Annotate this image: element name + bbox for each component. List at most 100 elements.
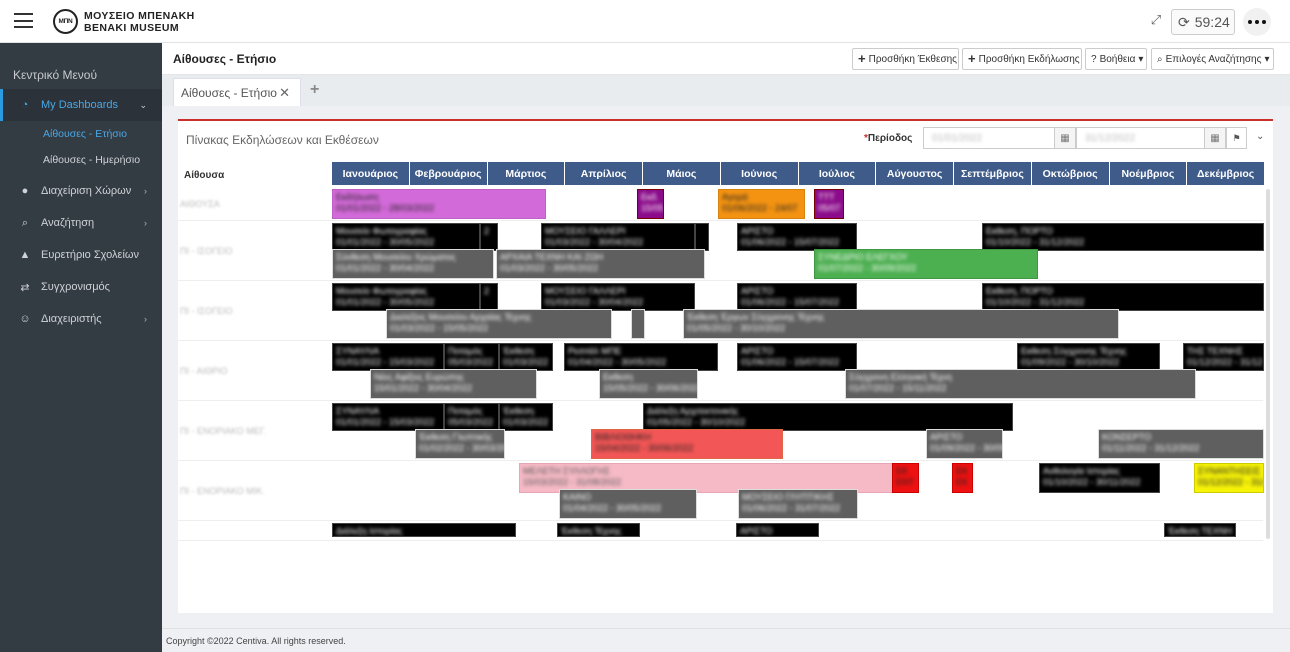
search-options-button[interactable]: ⌕ Επιλογές Αναζήτησης ▾ — [1151, 48, 1274, 70]
scrollbar[interactable] — [1266, 189, 1270, 539]
booking-bar[interactable]: Εκθεση 15/05/2022 - 30/06/2022 — [599, 369, 698, 399]
chevron-down-icon[interactable]: ⌄ — [1256, 131, 1264, 142]
month-header: Μάιος — [643, 162, 721, 185]
booking-bar[interactable]: ΒΙΒΛΙΟΘΗΚΗ 15/04/2022 - 30/06/2022 — [591, 429, 783, 459]
add-tab-icon[interactable]: + — [310, 81, 319, 99]
booking-bar[interactable]: Αγορά 01/06/2022 - 24/07 — [718, 189, 805, 219]
booking-title: Μουσείο Φωτογραφίας — [336, 226, 428, 236]
month-header: Δεκέμβριος — [1187, 162, 1264, 185]
booking-dates: 01/01/2022 - 30/05/2022 — [336, 297, 435, 307]
add-event-button[interactable]: + Προσθήκη Εκδήλωσης — [962, 48, 1082, 70]
booking-title: ΑΡΧΑΙΑ ΤΕΧΝΗ ΚΑΙ ΖΩΗ — [500, 252, 604, 262]
calendar-icon[interactable]: ▦ — [1054, 127, 1076, 149]
booking-bar[interactable]: ΤΤΤ 05/07 — [814, 189, 844, 219]
booking-bar[interactable]: Ρεσιτάλ ΜΠΕ 01/04/2022 - 30/05/2022 — [564, 343, 718, 371]
dashboard-icon: ◔ — [21, 99, 29, 111]
plus-icon: + — [968, 51, 976, 66]
booking-bar[interactable] — [695, 223, 709, 251]
help-button[interactable]: ? Βοήθεια ▾ — [1085, 48, 1147, 70]
refresh-icon: ⟳ — [1178, 13, 1190, 30]
month-header: Ιούλιος — [798, 162, 877, 185]
question-icon: ? — [1091, 53, 1097, 65]
booking-bar[interactable]: Διάλεξη Ιστορίας — [332, 523, 516, 537]
booking-bar[interactable]: 2 — [480, 223, 498, 251]
sidebar-item-my-dashboards[interactable]: ◔ My Dashboards ⌄ — [0, 89, 162, 121]
booking-bar[interactable]: ΣΥΝΑΥΛΙΑ 01/01/2022 - 15/03/2022 — [332, 343, 444, 371]
booking-bar[interactable]: ΜΟΥΣΕΙΟ ΓΑΛΛΕΡΙ 01/03/2022 - 30/04/2022 — [541, 283, 695, 311]
calendar-icon[interactable]: ▦ — [1204, 127, 1226, 149]
sidebar-item-space-management[interactable]: ● Διαχείριση Χώρων › — [0, 175, 162, 207]
booking-title: ΣΥΝΑΥΛΙΑ — [336, 346, 380, 356]
date-to-input[interactable]: 31/12/2022 — [1076, 127, 1206, 149]
hall-name: ΠΙ - ΕΝΟΡΙΑΚΟ ΜΕΓ. — [180, 426, 267, 436]
add-exhibition-button[interactable]: + Προσθήκη Έκθεσης — [852, 48, 959, 70]
booking-dates: 01/04/2022 - 30/05/2022 — [563, 503, 662, 513]
tab-halls-annual[interactable]: Αίθουσες - Ετήσιο ✕ — [173, 78, 301, 106]
flag-icon[interactable]: ⚑ — [1226, 127, 1247, 149]
booking-bar[interactable]: Εκδήλωση 01/01/2022 - 28/03/2022 — [332, 189, 546, 219]
help-label: Βοήθεια — [1099, 53, 1136, 65]
booking-bar[interactable]: Μουσείο Φωτογραφίας 01/01/2022 - 30/05/20… — [332, 223, 480, 251]
booking-dates: 01/06/2022 - 15/07/2022 — [741, 237, 840, 247]
sidebar-item-search[interactable]: ⌕ Αναζήτηση › — [0, 207, 162, 239]
booking-bar[interactable]: 2 — [480, 283, 498, 311]
booking-bar[interactable]: ΤΗΣ ΤΕΧΝΗΣ 01/12/2022 - 31/12 — [1183, 343, 1264, 371]
booking-bar[interactable]: Διάλεξη Αρχιτεκτονικής 01/05/2022 - 30/10… — [643, 403, 1013, 431]
sidebar-subitem-halls-annual[interactable]: Αίθουσες - Ετήσιο — [0, 121, 162, 147]
booking-bar[interactable]: Έκθεση Έργων Σύγχρονης Τέχνης 01/05/2022 … — [683, 309, 1119, 339]
booking-bar[interactable]: ΑΡΙΣΤΟ 01/06/2022 - 15/07/2022 — [737, 343, 857, 371]
booking-bar[interactable]: Νέες Αφίξεις Ευρώπης 15/01/2022 - 30/04/2… — [370, 369, 537, 399]
booking-bar[interactable]: ΕΚ ΕΚ — [952, 463, 973, 493]
booking-title: ΜΕΛΕΤΗ ΣΥΛΛΟΓΗΣ — [523, 466, 610, 476]
booking-bar[interactable]: ΣΥΝΕΔΡΙΟ ΕΛΕΓΧΟΥ 01/07/2022 - 30/09/2022 — [814, 249, 1038, 279]
booking-bar[interactable]: Έκθεση Τέχνης — [557, 523, 640, 537]
booking-bar[interactable]: Σύγχρονη Ελληνική Τέχνη 01/07/2022 - 15/1… — [845, 369, 1196, 399]
booking-bar[interactable]: ΑΡΧΑΙΑ ΤΕΧΝΗ ΚΑΙ ΖΩΗ 01/03/2022 - 30/05/2… — [496, 249, 705, 279]
booking-bar[interactable]: Έκθεση ΤΕΧΝΗ — [1164, 523, 1236, 537]
booking-bar[interactable]: Διαλέξεις Μουσείου Αρχαίας Τέχνης 01/03/2… — [386, 309, 612, 339]
booking-bar[interactable]: Εκθεση, ΠΟΡΤΟ 01/10/2022 - 31/12/2022 — [982, 283, 1264, 311]
booking-bar[interactable]: ΑΡΙΣΤΟ 01/06/2022 - 15/07/2022 — [737, 283, 857, 311]
booking-bar[interactable]: ΣΥΝΑΥΛΙΑ 01/01/2022 - 15/03/2022 — [332, 403, 444, 431]
booking-bar[interactable] — [631, 309, 645, 339]
booking-title: ΣΥΝΑΝΤΗΣΕΙΣ — [1198, 466, 1261, 476]
period-label-text: Περίοδος — [867, 133, 913, 144]
booking-bar[interactable]: ΜΟΥΣΕΙΟ ΓΑΛΛΕΡΙ 01/03/2022 - 30/04/2022 — [541, 223, 695, 251]
sidebar-item-admin[interactable]: ☺ Διαχειριστής › — [0, 303, 162, 335]
booking-bar[interactable]: ΜΟΥΣΕΙΟ ΓΛΥΠΤΙΚΗΣ 01/06/2022 - 31/07/2022 — [738, 489, 858, 519]
booking-title: ΤΗΣ ΤΕΧΝΗΣ — [1187, 346, 1243, 356]
booking-bar[interactable]: Εκθεση, ΠΟΡΤΟ 01/10/2022 - 31/12/2022 — [982, 223, 1264, 251]
booking-dates: 01/01/2022 - 28/03/2022 — [336, 203, 435, 213]
sidebar-subitem-halls-daily[interactable]: Αίθουσες - Ημερήσιο — [0, 147, 162, 173]
booking-bar[interactable]: Σύνθεση Μουσείου Χρώματος 01/01/2022 - 30… — [332, 249, 494, 279]
hall-name: ΠΙ - ΑΙΘΡΙΟ — [180, 366, 228, 376]
sidebar-item-schools-index[interactable]: ▲ Ευρετήριο Σχολείων — [0, 239, 162, 271]
booking-bar[interactable]: Έκθεση Γλυπτικής01/02/2022 - 30/03/2022 — [415, 429, 505, 459]
close-icon[interactable]: ✕ — [279, 85, 290, 101]
booking-bar[interactable]: ΣΥΝΑΝΤΗΣΕΙΣ01/12/2022 - 31/12 — [1194, 463, 1264, 493]
booking-bar[interactable]: Ποταμός 05/03/2022 — [444, 343, 499, 371]
booking-bar[interactable]: Έκθεση 01/03/2022 — [499, 403, 553, 431]
booking-title: Αγορά — [722, 192, 748, 202]
booking-dates: 15/05 — [641, 203, 664, 213]
hamburger-menu-icon[interactable] — [14, 13, 33, 28]
more-options-button[interactable] — [1243, 8, 1271, 36]
sidebar-item-sync[interactable]: ⇄ Συγχρονισμός — [0, 271, 162, 303]
booking-bar[interactable]: Εκθεση Σύγχρονης Τέχνης 01/09/2022 - 30/1… — [1017, 343, 1160, 371]
booking-bar[interactable]: Έκθεση 01/03/2022 — [499, 343, 553, 371]
booking-bar[interactable]: ΚΑΙΝΟ 01/04/2022 - 30/05/2022 — [559, 489, 697, 519]
booking-bar[interactable]: Εκδ. 15/05 — [637, 189, 664, 219]
booking-bar[interactable]: ΚΟΝΣΕΡΤΟ 01/11/2022 - 31/12/2022 — [1098, 429, 1264, 459]
booking-bar[interactable]: ΑΡΙΣΤΟ — [736, 523, 819, 537]
fullscreen-icon[interactable]: ⤢ — [1148, 12, 1164, 28]
booking-bar[interactable]: ΑΡΙΣΤΟ 01/06/2022 - 15/07/2022 — [737, 223, 857, 251]
booking-bar[interactable]: ΑΡΙΣΤΟ 01/09/2022 - 30/09 — [926, 429, 1003, 459]
booking-bar[interactable]: Μουσείο Φωτογραφίας 01/01/2022 - 30/05/20… — [332, 283, 480, 311]
booking-bar[interactable]: ΕΚ ΕΝΤ — [892, 463, 919, 493]
tab-label: Αίθουσες - Ετήσιο — [181, 85, 277, 100]
session-timer[interactable]: ⟳ 59:24 — [1171, 9, 1235, 35]
booking-bar[interactable]: Ανθολογία Ιστορίας 01/10/2022 - 30/11/202… — [1039, 463, 1160, 493]
search-options-label: Επιλογές Αναζήτησης — [1165, 53, 1262, 65]
booking-bar[interactable]: Ποταμός 05/03/2022 — [444, 403, 499, 431]
date-from-input[interactable]: 01/01/2022 — [923, 127, 1056, 149]
